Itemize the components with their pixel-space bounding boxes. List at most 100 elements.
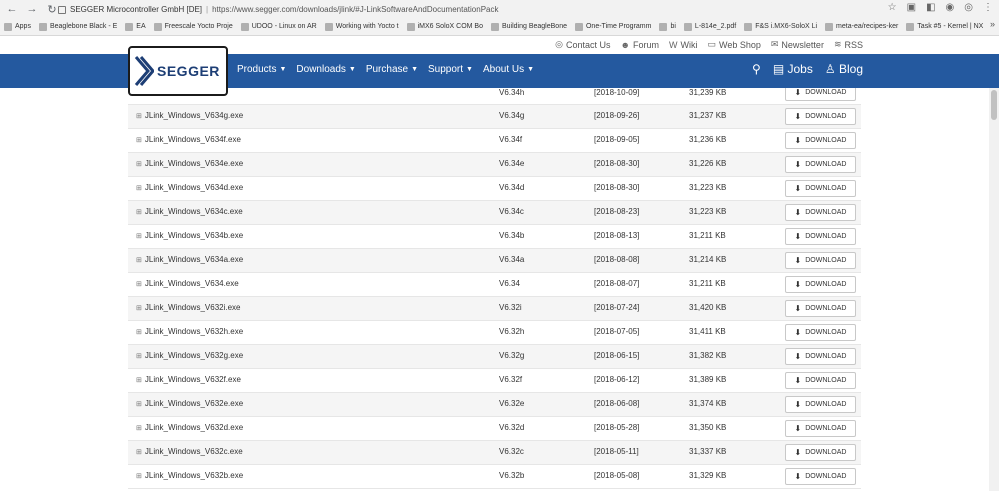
- blog-link[interactable]: ♙ Blog: [825, 62, 863, 76]
- bookmark-item[interactable]: Beaglebone Black - E: [38, 22, 117, 31]
- download-button[interactable]: ⬇ DOWNLOAD: [785, 348, 856, 365]
- expand-icon[interactable]: ⊞: [136, 328, 142, 336]
- expand-icon[interactable]: ⊞: [136, 280, 142, 288]
- file-name[interactable]: ⊞ JLink_Windows_V634.exe: [136, 279, 239, 288]
- utility-link[interactable]: ✉ Newsletter: [771, 39, 824, 50]
- bookmark-item[interactable]: One-Time Programm: [574, 22, 651, 31]
- menu-item[interactable]: About Us ▼: [483, 64, 534, 75]
- bookmark-star-icon[interactable]: ☆: [888, 2, 897, 13]
- bookmark-item[interactable]: Task #5 - Kernel | NX: [906, 22, 983, 31]
- expand-icon[interactable]: ⊞: [136, 400, 142, 408]
- bookmark-item[interactable]: F&S i.MX6-SoloX Li: [744, 22, 817, 31]
- bookmark-item[interactable]: Apps: [4, 22, 31, 31]
- back-icon[interactable]: ←: [6, 3, 18, 16]
- download-button[interactable]: ⬇ DOWNLOAD: [785, 132, 856, 149]
- file-name[interactable]: ⊞ JLink_Windows_V634e.exe: [136, 159, 243, 168]
- menu-item[interactable]: Downloads ▼: [296, 64, 355, 75]
- download-button[interactable]: ⬇ DOWNLOAD: [785, 204, 856, 221]
- bookmark-item[interactable]: bi: [659, 22, 676, 31]
- download-button[interactable]: ⬇ DOWNLOAD: [785, 108, 856, 125]
- file-name[interactable]: ⊞ JLink_Windows_V632e.exe: [136, 399, 243, 408]
- version-cell: V6.32i: [499, 303, 522, 312]
- reload-icon[interactable]: ↻: [46, 3, 58, 16]
- address-bar[interactable]: SEGGER Microcontroller GmbH [DE] | https…: [58, 2, 498, 17]
- bookmark-item[interactable]: iMX6 SoloX COM Bo: [406, 22, 483, 31]
- segger-logo[interactable]: SEGGER: [128, 46, 228, 96]
- file-name[interactable]: ⊞ JLink_Windows_V632d.exe: [136, 423, 243, 432]
- scrollbar-thumb[interactable]: [991, 90, 997, 120]
- download-button[interactable]: ⬇ DOWNLOAD: [785, 300, 856, 317]
- expand-icon[interactable]: ⊞: [136, 208, 142, 216]
- expand-icon[interactable]: ⊞: [136, 448, 142, 456]
- expand-icon[interactable]: ⊞: [136, 304, 142, 312]
- bookmark-item[interactable]: UDOO - Linux on AR: [240, 22, 317, 31]
- bookmarks-bar: Apps Beaglebone Black - E EA Freescale Yoct…: [4, 19, 999, 34]
- download-button[interactable]: ⬇ DOWNLOAD: [785, 468, 856, 485]
- download-button[interactable]: ⬇ DOWNLOAD: [785, 396, 856, 413]
- bookmark-item[interactable]: Freescale Yocto Proje: [153, 22, 233, 31]
- utility-link[interactable]: ◎ Contact Us: [555, 39, 610, 50]
- expand-icon[interactable]: ⊞: [136, 376, 142, 384]
- file-name[interactable]: ⊞ JLink_Windows_V632f.exe: [136, 375, 241, 384]
- file-name[interactable]: ⊞ JLink_Windows_V632b.exe: [136, 471, 243, 480]
- favicon-icon: [406, 22, 415, 31]
- file-name[interactable]: ⊞ JLink_Windows_V634f.exe: [136, 135, 241, 144]
- expand-icon[interactable]: ⊞: [136, 472, 142, 480]
- profile-avatar-icon[interactable]: ◎: [964, 2, 973, 13]
- expand-icon[interactable]: ⊞: [136, 424, 142, 432]
- url-text[interactable]: https://www.segger.com/downloads/jlink/#…: [212, 5, 498, 14]
- jobs-link[interactable]: ▤ Jobs: [773, 62, 813, 76]
- file-name[interactable]: ⊞ JLink_Windows_V634b.exe: [136, 231, 243, 240]
- file-name[interactable]: ⊞ JLink_Windows_V632i.exe: [136, 303, 240, 312]
- menu-dots-icon[interactable]: ⋮: [983, 2, 993, 13]
- table-row: ⊞ JLink_Windows_V632h.exe V6.32h [2018-07-0…: [128, 321, 861, 345]
- expand-icon[interactable]: ⊞: [136, 352, 142, 360]
- bookmark-item[interactable]: meta-ea/recipes-ker: [825, 22, 898, 31]
- size-cell: 31,337 KB: [689, 447, 727, 456]
- download-button[interactable]: ⬇ DOWNLOAD: [785, 252, 856, 269]
- search-icon[interactable]: ⚲: [752, 62, 761, 76]
- bookmark-item[interactable]: Building BeagleBone: [490, 22, 567, 31]
- chrome-extension-icon[interactable]: ◉: [946, 2, 955, 13]
- download-button[interactable]: ⬇ DOWNLOAD: [785, 180, 856, 197]
- table-row: ⊞ JLink_Windows_V634a.exe V6.34a [2018-08-0…: [128, 249, 861, 273]
- download-button[interactable]: ⬇ DOWNLOAD: [785, 156, 856, 173]
- utility-link[interactable]: ≋ RSS: [834, 39, 863, 50]
- file-name[interactable]: ⊞ JLink_Windows_V632h.exe: [136, 327, 243, 336]
- forward-icon[interactable]: →: [26, 3, 38, 16]
- translate-icon[interactable]: ◧: [926, 2, 935, 13]
- table-row: ⊞ JLink_Windows_V634c.exe V6.34c [2018-08-2…: [128, 201, 861, 225]
- extension-icon[interactable]: ▣: [907, 2, 916, 13]
- download-button[interactable]: ⬇ DOWNLOAD: [785, 276, 856, 293]
- menu-item[interactable]: Support ▼: [428, 64, 473, 75]
- download-button[interactable]: ⬇ DOWNLOAD: [785, 324, 856, 341]
- expand-icon[interactable]: ⊞: [136, 184, 142, 192]
- expand-icon[interactable]: ⊞: [136, 232, 142, 240]
- bookmarks-more-icon[interactable]: »: [990, 19, 995, 29]
- expand-icon[interactable]: ⊞: [136, 136, 142, 144]
- expand-icon[interactable]: ⊞: [136, 256, 142, 264]
- utility-link[interactable]: ☻ Forum: [620, 39, 659, 50]
- expand-icon[interactable]: ⊞: [136, 112, 142, 120]
- bookmark-item[interactable]: EA: [125, 22, 146, 31]
- file-name[interactable]: ⊞ JLink_Windows_V634g.exe: [136, 111, 243, 120]
- bookmark-item[interactable]: Working with Yocto t: [324, 22, 399, 31]
- utility-link[interactable]: W Wiki: [669, 39, 698, 50]
- download-button[interactable]: ⬇ DOWNLOAD: [785, 228, 856, 245]
- file-name[interactable]: ⊞ JLink_Windows_V632g.exe: [136, 351, 243, 360]
- page-scrollbar[interactable]: [989, 88, 999, 491]
- download-button[interactable]: ⬇ DOWNLOAD: [785, 88, 856, 101]
- file-name[interactable]: ⊞ JLink_Windows_V634d.exe: [136, 183, 243, 192]
- menu-item[interactable]: Products ▼: [237, 64, 286, 75]
- file-name-label: JLink_Windows_V632e.exe: [144, 399, 244, 408]
- file-name[interactable]: ⊞ JLink_Windows_V634a.exe: [136, 255, 243, 264]
- utility-link[interactable]: ▭ Web Shop: [707, 39, 760, 50]
- download-button[interactable]: ⬇ DOWNLOAD: [785, 420, 856, 437]
- file-name[interactable]: ⊞ JLink_Windows_V632c.exe: [136, 447, 243, 456]
- download-button[interactable]: ⬇ DOWNLOAD: [785, 372, 856, 389]
- download-button[interactable]: ⬇ DOWNLOAD: [785, 444, 856, 461]
- bookmark-item[interactable]: L-814e_2.pdf: [683, 22, 736, 31]
- menu-item[interactable]: Purchase ▼: [366, 64, 418, 75]
- file-name[interactable]: ⊞ JLink_Windows_V634c.exe: [136, 207, 243, 216]
- expand-icon[interactable]: ⊞: [136, 160, 142, 168]
